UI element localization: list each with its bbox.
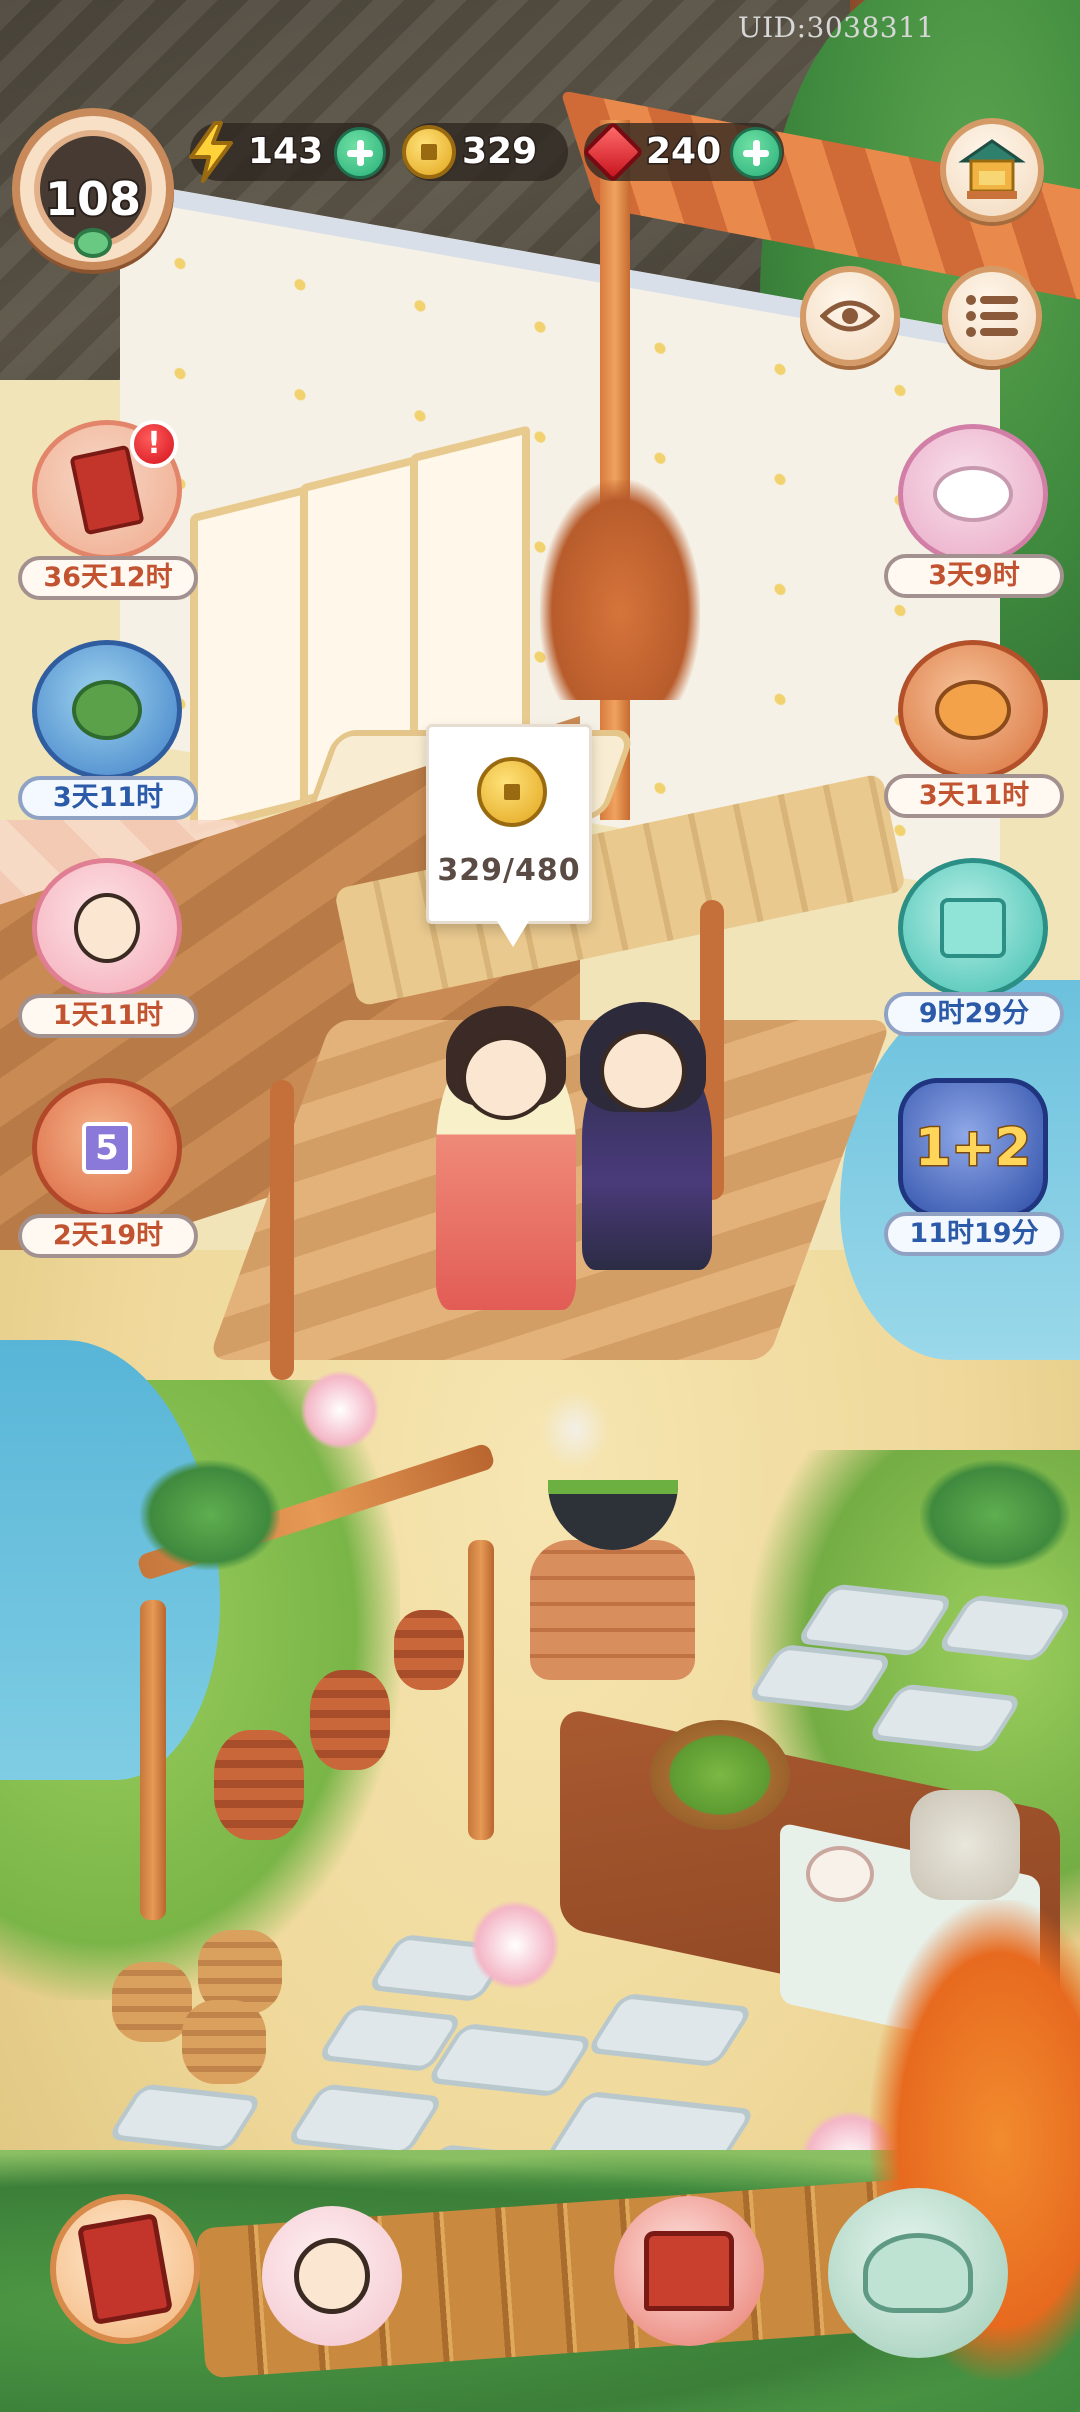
level-gem-icon (74, 228, 112, 258)
hanging-basket[interactable] (214, 1730, 304, 1840)
event-timer-melon-frog[interactable]: 3天11时 (18, 640, 198, 826)
lightning-bolt-icon (178, 119, 244, 185)
lily-flower (470, 1900, 560, 1990)
shop-stall-button[interactable] (614, 2196, 764, 2346)
eye-icon (820, 300, 880, 332)
add-gems-button[interactable] (730, 127, 782, 179)
tea-leaf-basket[interactable] (650, 1720, 790, 1830)
player-level-badge[interactable]: 108 (12, 108, 174, 270)
level-number: 108 (43, 170, 143, 228)
flowering-bush (140, 1460, 280, 1570)
melon-frog-icon (32, 640, 182, 780)
lady-portrait-icon (32, 858, 182, 998)
shop-button[interactable] (940, 118, 1044, 222)
herb-crate[interactable] (182, 2000, 266, 2084)
room-pillar (600, 120, 630, 820)
tea-house-button[interactable] (828, 2188, 1008, 2358)
offer-art-text: 1+2 (914, 1117, 1033, 1180)
event-timer-orange-cat[interactable]: 3天11时 (884, 640, 1064, 826)
bridge-rail (270, 1080, 294, 1380)
timer-text: 36天12时 (18, 556, 198, 600)
rack-pole (468, 1540, 494, 1840)
teal-gift-icon (898, 858, 1048, 998)
add-energy-button[interactable] (334, 127, 386, 179)
list-menu-icon (966, 295, 1018, 337)
hanging-basket[interactable] (394, 1610, 464, 1690)
event-timer-teal-gift[interactable]: 9时29分 (884, 858, 1064, 1044)
gems-value: 240 (644, 130, 722, 174)
gift-box-icon: 5 (32, 1078, 182, 1218)
timer-text: 2天19时 (18, 1214, 198, 1258)
character-button[interactable] (262, 2206, 402, 2346)
event-timer-book[interactable]: ! 36天12时 (18, 420, 198, 606)
timer-text: 1天11时 (18, 994, 198, 1038)
market-stall-icon (644, 2231, 734, 2311)
day-five-badge: 5 (82, 1122, 132, 1174)
red-gem-icon (580, 119, 646, 185)
timer-text: 11时19分 (884, 1212, 1064, 1256)
white-cat-icon (898, 424, 1048, 564)
gold-coin-icon (396, 119, 462, 185)
steam (540, 1390, 610, 1470)
timer-text: 3天11时 (884, 774, 1064, 818)
clay-stove[interactable] (530, 1540, 695, 1680)
alert-badge: ! (130, 420, 178, 468)
coin-collection-bubble[interactable]: 329/480 (426, 724, 592, 947)
rack-pole (140, 1600, 166, 1920)
timer-text: 9时29分 (884, 992, 1064, 1036)
energy-bar: 143 (189, 121, 390, 183)
lily-flower (300, 1370, 380, 1450)
toggle-view-button[interactable] (800, 266, 900, 366)
character-boy-face (600, 1030, 686, 1112)
folding-screen-panel[interactable] (410, 425, 530, 775)
quest-book-button[interactable] (50, 2194, 200, 2344)
orange-cat-icon (898, 640, 1048, 780)
rock-waterfall[interactable] (540, 480, 700, 700)
stone-mill[interactable] (910, 1790, 1020, 1900)
timer-text: 3天11时 (18, 776, 198, 820)
teapot[interactable] (806, 1846, 874, 1902)
lady-avatar-icon (294, 2238, 370, 2314)
herb-crate[interactable] (112, 1962, 192, 2042)
event-timer-white-cat[interactable]: 3天9时 (884, 424, 1064, 610)
red-book-icon (76, 2212, 174, 2326)
menu-button[interactable] (942, 266, 1042, 366)
timer-text: 3天9时 (884, 554, 1064, 598)
shop-pavilion-icon (958, 139, 1026, 199)
gems-bar: 240 (581, 120, 784, 184)
teapot-rabbit-icon (863, 2233, 973, 2313)
folding-screen-panel[interactable] (190, 485, 310, 835)
energy-value: 143 (246, 130, 324, 174)
gold-coin-icon (477, 757, 547, 827)
coins-value: 329 (460, 130, 538, 174)
coins-bar: 329 (402, 123, 568, 181)
uid-label: UID:3038311 (738, 11, 935, 44)
hanging-basket[interactable] (310, 1670, 390, 1770)
event-timer-gift-five[interactable]: 5 2天19时 (18, 1078, 198, 1264)
one-plus-two-offer-icon: 1+2 (898, 1078, 1048, 1218)
event-timer-lady[interactable]: 1天11时 (18, 858, 198, 1044)
coin-collection-count: 329/480 (437, 853, 581, 888)
character-lady-face (462, 1036, 550, 1120)
flowering-bush (920, 1460, 1070, 1570)
event-timer-offer[interactable]: 1+2 11时19分 (884, 1078, 1064, 1264)
